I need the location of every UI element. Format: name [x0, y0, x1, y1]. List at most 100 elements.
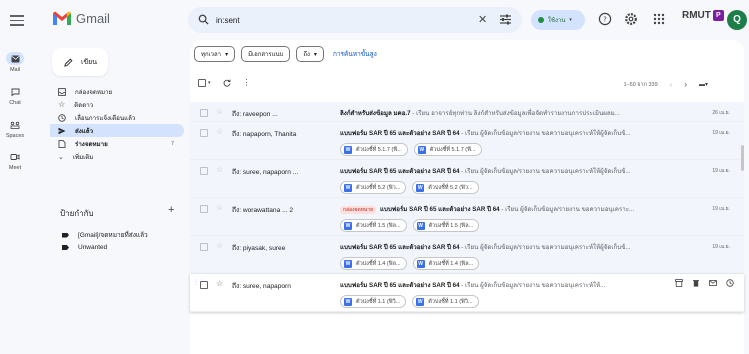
- prev-page-icon[interactable]: ‹: [670, 80, 673, 89]
- help-icon[interactable]: ?: [598, 12, 612, 26]
- settings-gear-icon[interactable]: [624, 12, 638, 26]
- density-icon[interactable]: ▬▾: [699, 81, 708, 88]
- row-checkbox[interactable]: [200, 109, 208, 117]
- label-item[interactable]: Unwanted: [62, 244, 107, 251]
- account-avatar[interactable]: Q: [727, 10, 747, 30]
- star-icon[interactable]: ☆: [216, 241, 223, 250]
- message-row[interactable]: ☆ ถึง: napaporn, Thanita แบบฟอร์ม SAR ปี…: [190, 122, 744, 160]
- attachment-chip[interactable]: W ตัวบ่งชี้ที่ 1.4 (ฟิล...: [412, 257, 480, 270]
- star-icon[interactable]: ☆: [216, 279, 223, 288]
- attachment-name: ตัวบ่งชี้ที่ 1.1 (ฟิวิ...: [356, 298, 401, 305]
- chat-icon: [11, 88, 19, 96]
- message-row[interactable]: ⋮⋮ ☆ ถึง: suree, napaporn แบบฟอร์ม SAR ป…: [190, 274, 744, 312]
- search-icon[interactable]: [198, 14, 209, 25]
- refresh-icon[interactable]: [223, 79, 231, 87]
- folder-nav: กล่องจดหมาย ☆ ติดดาว เลื่อนการแจ้งเตือนแ…: [50, 85, 184, 163]
- attachment-chip[interactable]: W ตัวบ่งชี้ที่ 1.1 (ฟิวิ...: [340, 295, 407, 308]
- message-row[interactable]: ☆ ถึง: worawattana ... 2 กล่องจดหมาย แบบฟ…: [190, 198, 744, 236]
- word-doc-icon: W: [416, 183, 425, 192]
- nav-inbox[interactable]: กล่องจดหมาย: [50, 85, 184, 98]
- select-all-checkbox[interactable]: ▾: [198, 78, 211, 87]
- advanced-search-link[interactable]: การค้นหาขั้นสูง: [333, 49, 377, 59]
- nav-drafts[interactable]: ร่างจดหมาย 7: [50, 137, 184, 150]
- word-doc-icon: W: [344, 259, 352, 268]
- filter-chip-time[interactable]: ทุกเวลา ▾: [194, 46, 236, 62]
- row-checkbox[interactable]: [200, 129, 208, 137]
- mark-unread-icon[interactable]: [709, 279, 717, 287]
- add-label-icon[interactable]: +: [168, 204, 174, 216]
- row-checkbox[interactable]: [200, 167, 208, 175]
- rail-meet[interactable]: Meet: [0, 150, 30, 171]
- nav-sent[interactable]: ส่งแล้ว: [50, 124, 184, 137]
- rail-meet-label: Meet: [8, 165, 22, 171]
- attachment-chip[interactable]: W ตัวบ่งชี้ที่ 1.4 (ฟิล...: [340, 257, 407, 270]
- attachment-chip[interactable]: W ตัวบ่งชี้ที่ 5.2 (ฟิว...: [412, 181, 479, 194]
- gmail-logo[interactable]: Gmail: [52, 10, 110, 26]
- send-icon: [58, 127, 66, 134]
- attachment-chip[interactable]: W ตัวบ่งชี้ที่ 5.2 (ฟิว...: [340, 181, 407, 194]
- row-snippet: - เรียน อาจารย์ทุกท่าน ลิงก์สำหรับส่งข้อ…: [410, 110, 620, 117]
- nav-starred[interactable]: ☆ ติดดาว: [50, 98, 184, 111]
- star-icon: ☆: [58, 100, 66, 109]
- message-row[interactable]: ☆ ถึง: suree, napaporn ... แบบฟอร์ม SAR …: [190, 160, 744, 198]
- delete-icon[interactable]: [692, 279, 700, 287]
- attachment-chips: W ตัวบ่งชี้ที่ 5.1.7 (ฟี... W ตัวบ่งชี้ที่…: [340, 143, 482, 156]
- attachment-chip[interactable]: W ตัวบ่งชี้ที่ 1.5 (ฟิล...: [340, 219, 407, 232]
- archive-icon[interactable]: [675, 279, 683, 287]
- rail-chat[interactable]: Chat: [0, 85, 30, 106]
- attachment-chip[interactable]: W ตัวบ่งชี้ที่ 5.1.7 (ฟี...: [340, 143, 408, 156]
- row-subject-line: ลิงก์สำหรับส่งข้อมูล มคอ.7 - เรียน อาจาร…: [340, 108, 680, 118]
- draft-icon: [58, 139, 66, 148]
- attachment-chip[interactable]: W ตัวบ่งชี้ที่ 1.1 (ฟิวิ...: [412, 295, 479, 308]
- message-row[interactable]: ☆ ถึง: raveepon ... ลิงก์สำหรับส่งข้อมูล…: [190, 102, 744, 122]
- search-bar: ✕: [188, 7, 522, 33]
- nav-label: ส่งแล้ว: [75, 127, 94, 135]
- star-icon[interactable]: ☆: [216, 107, 223, 116]
- star-icon[interactable]: ☆: [216, 127, 223, 136]
- search-filters: ทุกเวลา ▾ มีเอกสารแนบ ถึง ▾ การค้นหาขั้น…: [194, 46, 377, 62]
- filter-chip-attachment[interactable]: มีเอกสารแนบ: [241, 46, 291, 62]
- next-page-icon[interactable]: ›: [684, 80, 687, 89]
- nav-more[interactable]: ⌄ เพิ่มเติม: [50, 150, 184, 163]
- word-doc-icon: W: [416, 259, 425, 268]
- label-item[interactable]: [Gmail]/จดหมายที่ส่งแล้ว: [62, 230, 148, 240]
- word-doc-icon: W: [417, 145, 426, 154]
- star-icon[interactable]: ☆: [216, 165, 223, 174]
- organization-logo[interactable]: RMUT P: [682, 10, 724, 21]
- search-input[interactable]: [216, 11, 456, 29]
- attachment-name: ตัวบ่งชี้ที่ 1.1 (ฟิวิ...: [428, 298, 473, 305]
- search-options-icon[interactable]: [499, 13, 512, 26]
- rail-spaces[interactable]: Spaces: [0, 118, 30, 139]
- attachment-chip[interactable]: W ตัวบ่งชี้ที่ 5.1.7 (ฟี...: [413, 143, 482, 156]
- apps-grid-icon[interactable]: [652, 12, 666, 26]
- word-doc-icon: W: [344, 221, 352, 230]
- row-checkbox[interactable]: [200, 205, 208, 213]
- compose-button[interactable]: เขียน: [52, 48, 108, 76]
- row-date: 19 เม.ย.: [712, 244, 730, 250]
- row-subject-line: กล่องจดหมาย แบบฟอร์ม SAR ปี 65 และตัวอย่า…: [340, 204, 680, 214]
- drafts-count: 7: [170, 140, 174, 147]
- attachment-name: ตัวบ่งชี้ที่ 1.5 (ฟิล...: [356, 222, 401, 229]
- scrollbar[interactable]: [741, 145, 744, 171]
- rail-mail-label: Mail: [9, 67, 21, 73]
- filter-chip-to[interactable]: ถึง ▾: [296, 46, 324, 62]
- word-doc-icon: W: [344, 297, 352, 306]
- rail-mail[interactable]: Mail: [0, 52, 30, 73]
- pencil-icon: [64, 58, 73, 67]
- nav-snoozed[interactable]: เลื่อนการแจ้งเตือนแล้ว: [50, 111, 184, 124]
- clear-search-icon[interactable]: ✕: [478, 13, 487, 26]
- snooze-clock-icon[interactable]: [726, 279, 734, 287]
- message-row[interactable]: ☆ ถึง: piyasak, suree แบบฟอร์ม SAR ปี 65…: [190, 236, 744, 274]
- star-icon[interactable]: ☆: [216, 203, 223, 212]
- status-selector[interactable]: ใช้งาน ▾: [531, 10, 585, 30]
- attachment-name: ตัวบ่งชี้ที่ 5.2 (ฟิว...: [428, 184, 473, 191]
- attachment-chip[interactable]: W ตัวบ่งชี้ที่ 1.5 (ฟิล...: [412, 219, 480, 232]
- row-checkbox[interactable]: [200, 243, 208, 251]
- label-name: Unwanted: [78, 244, 108, 251]
- inbox-tag[interactable]: กล่องจดหมาย: [340, 206, 377, 214]
- row-snippet: - เรียน ผู้จัดเก็บข้อมูล/รายงาน ขอความอน…: [459, 168, 631, 175]
- main-menu-icon[interactable]: [10, 12, 24, 26]
- row-checkbox[interactable]: [200, 281, 208, 289]
- labels-heading: ป้ายกำกับ: [60, 209, 94, 218]
- more-options-icon[interactable]: ⋮: [243, 78, 251, 87]
